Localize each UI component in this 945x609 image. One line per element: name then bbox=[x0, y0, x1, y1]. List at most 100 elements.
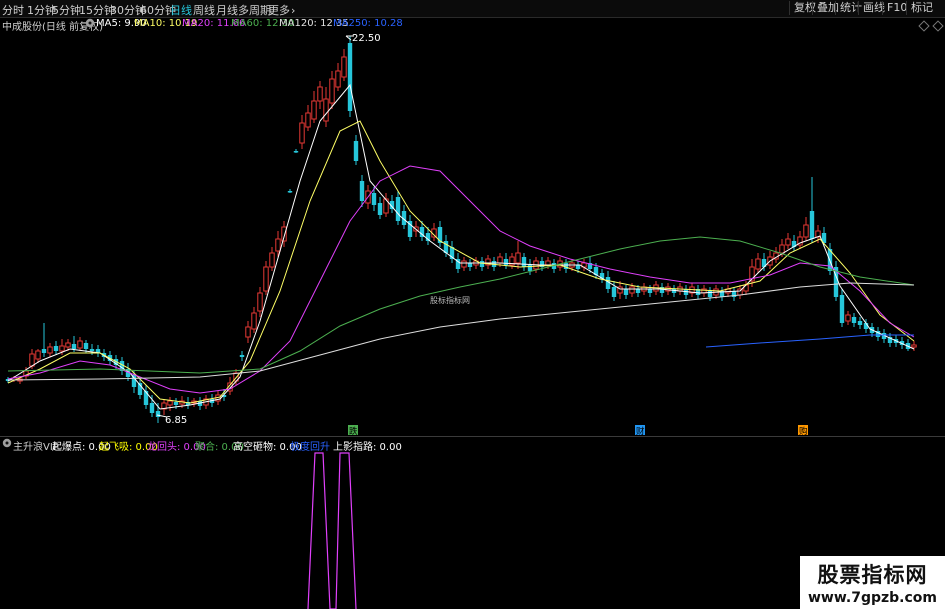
tab-more[interactable]: 更多› bbox=[268, 2, 295, 18]
candle bbox=[95, 345, 101, 357]
candle bbox=[725, 285, 731, 297]
panel-divider bbox=[0, 436, 945, 437]
candle bbox=[341, 49, 347, 81]
candle bbox=[41, 323, 47, 357]
ma250-value: MA250: 10.28 bbox=[333, 18, 403, 29]
watermark-title: 股票指标网 bbox=[817, 563, 928, 587]
indicator-info-line: 主升浪VIP 起爆点: 0.00 起飞吸: 0.00 龙回头: 0.00 聚合:… bbox=[0, 438, 945, 453]
event-marker-label: 跌 bbox=[349, 426, 358, 436]
candle bbox=[383, 193, 389, 217]
candle bbox=[839, 289, 845, 327]
ma5-line bbox=[7, 83, 915, 410]
candle bbox=[287, 189, 293, 193]
draw-button[interactable]: 画线 bbox=[858, 1, 885, 15]
candle bbox=[737, 285, 743, 299]
candle bbox=[317, 81, 323, 109]
candle bbox=[437, 221, 443, 247]
candle bbox=[905, 339, 911, 351]
candle bbox=[665, 283, 671, 295]
candle bbox=[245, 321, 251, 343]
tab-5min[interactable]: 5分钟 bbox=[52, 2, 81, 18]
candle bbox=[857, 317, 863, 329]
candle bbox=[77, 337, 83, 351]
f10-button[interactable]: F10 bbox=[882, 1, 907, 15]
candle bbox=[161, 399, 167, 415]
candle bbox=[239, 351, 245, 361]
candle bbox=[311, 91, 317, 123]
candle bbox=[581, 259, 587, 271]
tab-monthly[interactable]: 月线 bbox=[216, 2, 238, 18]
candle bbox=[143, 385, 149, 409]
candle bbox=[251, 307, 257, 333]
candle bbox=[449, 241, 455, 263]
indicator-pulse-line bbox=[307, 452, 357, 609]
candle bbox=[875, 327, 881, 341]
event-marker-label: 财 bbox=[636, 426, 645, 436]
candle bbox=[911, 341, 917, 351]
candle bbox=[389, 195, 395, 213]
candle bbox=[521, 253, 527, 271]
candle bbox=[335, 63, 341, 91]
candle bbox=[851, 313, 857, 327]
candle bbox=[293, 149, 299, 153]
event-marker-cai: 财 bbox=[635, 425, 645, 436]
candle bbox=[515, 241, 521, 269]
candle bbox=[647, 285, 653, 297]
ma-info-line: 中成股份(日线 前复权) MA5: 9.90 MA10: 10.19 MA20:… bbox=[0, 18, 945, 33]
chevron-right-icon: › bbox=[291, 4, 296, 17]
tab-daily[interactable]: 日线 bbox=[170, 2, 192, 18]
candle bbox=[503, 253, 509, 269]
candle bbox=[305, 105, 311, 131]
candle bbox=[461, 257, 467, 271]
candle bbox=[353, 135, 359, 165]
candle bbox=[47, 343, 53, 357]
candle bbox=[299, 115, 305, 149]
candle bbox=[257, 287, 263, 317]
candle bbox=[269, 247, 275, 271]
low-price-label: 6.85 bbox=[165, 415, 187, 426]
tab-multi-period[interactable]: 多周期 bbox=[238, 2, 271, 18]
ma20-line bbox=[7, 165, 915, 394]
settings-icon[interactable] bbox=[85, 18, 95, 31]
candle bbox=[797, 231, 803, 249]
low-marker: 6.85 bbox=[156, 414, 187, 426]
candle bbox=[773, 247, 779, 263]
event-marker-gou: 购 bbox=[798, 425, 808, 436]
mark-button[interactable]: 标记 bbox=[906, 1, 933, 15]
indicator-settings-icon[interactable] bbox=[2, 438, 12, 451]
watermark-url: www.7gpzb.com bbox=[807, 590, 937, 606]
candle bbox=[785, 233, 791, 249]
candle bbox=[791, 235, 797, 251]
event-marker-label: 购 bbox=[799, 426, 808, 436]
candle bbox=[623, 285, 629, 299]
toolbar: 分时 1分钟 5分钟 15分钟 30分钟 60分钟 日线 周线 月线 多周期 更… bbox=[0, 0, 945, 18]
candle bbox=[707, 287, 713, 301]
candle bbox=[755, 253, 761, 273]
candle bbox=[347, 36, 353, 117]
candle bbox=[719, 287, 725, 301]
tab-weekly[interactable]: 周线 bbox=[193, 2, 215, 18]
tab-fenshi[interactable]: 分时 bbox=[2, 2, 24, 18]
candle bbox=[53, 341, 59, 354]
ma10-line bbox=[7, 120, 915, 404]
candle bbox=[407, 215, 413, 241]
tab-more-label: 更多 bbox=[268, 4, 290, 17]
high-price-label: 22.50 bbox=[352, 33, 381, 44]
candle bbox=[695, 285, 701, 299]
candle bbox=[167, 397, 173, 411]
candle bbox=[809, 177, 815, 243]
candle bbox=[563, 259, 569, 273]
candle bbox=[395, 191, 401, 225]
candle bbox=[599, 269, 605, 283]
candle bbox=[479, 257, 485, 271]
candle bbox=[701, 285, 707, 297]
ma-lines-layer bbox=[7, 83, 915, 410]
candlestick-chart[interactable]: 22.50 6.85 股标指标网 跌 财 购 bbox=[0, 31, 945, 436]
candle bbox=[845, 311, 851, 325]
candle bbox=[659, 283, 665, 297]
candle bbox=[731, 287, 737, 301]
high-marker: 22.50 bbox=[345, 33, 381, 44]
candles-layer bbox=[5, 36, 917, 423]
candle bbox=[485, 255, 491, 269]
candle bbox=[467, 259, 473, 271]
